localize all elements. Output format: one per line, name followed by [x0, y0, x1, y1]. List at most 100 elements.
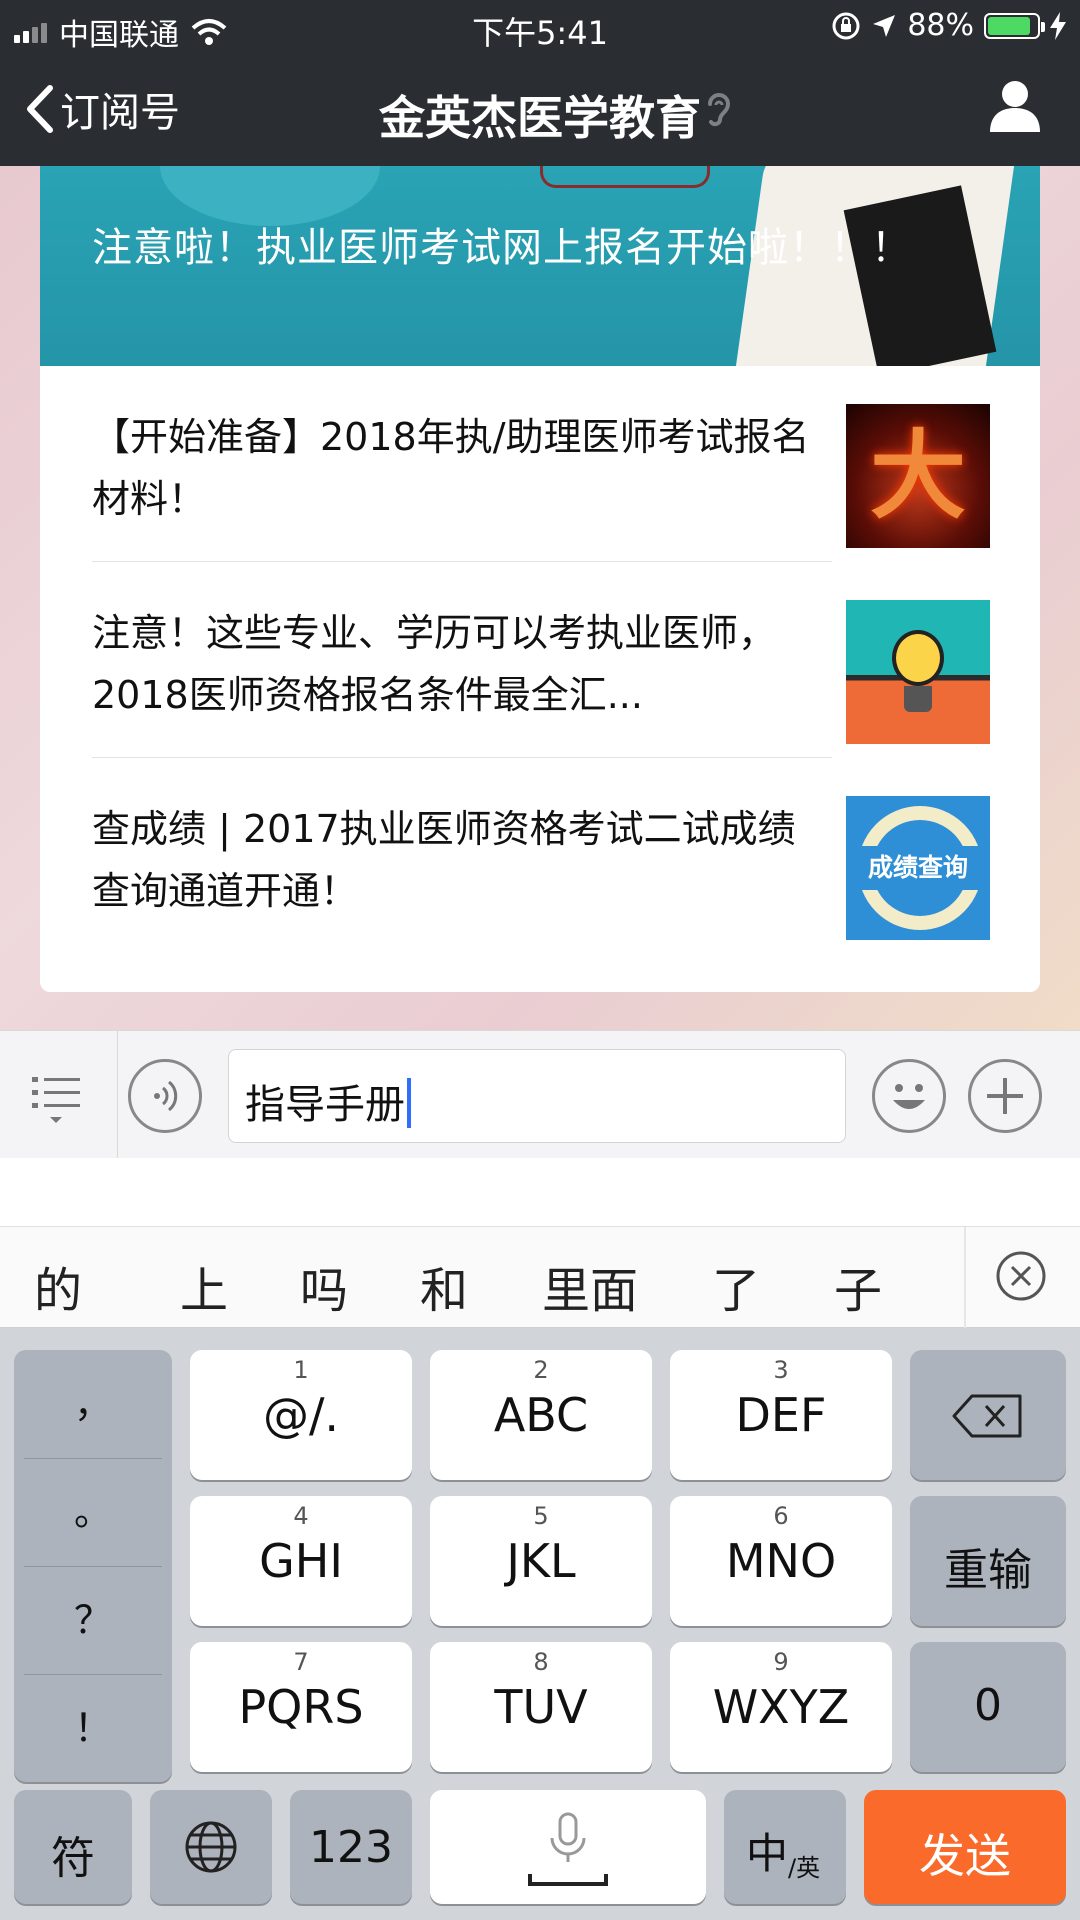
- emoji-button[interactable]: [872, 1059, 946, 1133]
- article-item[interactable]: 查成绩 | 2017执业医师资格考试二试成绩查询通道开通！ 成绩查询: [40, 758, 1040, 954]
- key-label: 重输: [944, 1545, 1032, 1596]
- space-key[interactable]: [430, 1790, 706, 1904]
- key-0[interactable]: 0: [910, 1642, 1066, 1772]
- article-item[interactable]: 注意！这些专业、学历可以考执业医师，2018医师资格报名条件最全汇...: [40, 562, 1040, 758]
- reenter-key[interactable]: 重输: [910, 1496, 1066, 1626]
- article-banner[interactable]: 注意啦！执业医师考试网上报名开始啦！！！: [40, 166, 1040, 366]
- message-input[interactable]: 指导手册: [228, 1049, 846, 1143]
- key-label: 123: [309, 1822, 393, 1873]
- top-bar: 中国联通 下午5:41 88% 订阅号 金英杰医学教育: [0, 0, 1080, 166]
- key-sublabel: /英: [788, 1854, 821, 1882]
- candidate-word[interactable]: 和: [420, 1251, 468, 1321]
- key-label: PQRS: [238, 1680, 364, 1734]
- charging-bolt-icon: [1050, 11, 1066, 40]
- article-thumbnail: 成绩查询: [846, 796, 990, 940]
- divider: [964, 1227, 966, 1329]
- nav-bar: 订阅号 金英杰医学教育: [0, 54, 1080, 166]
- key-label: DEF: [735, 1388, 827, 1442]
- key-8[interactable]: 8 TUV: [430, 1642, 652, 1772]
- lightbulb-icon: [892, 630, 944, 686]
- article-title: 注意！这些专业、学历可以考执业医师，2018医师资格报名条件最全汇...: [92, 611, 777, 717]
- key-4[interactable]: 4 GHI: [190, 1496, 412, 1626]
- rotation-lock-icon: [832, 12, 860, 39]
- key-number: 5: [533, 1502, 549, 1530]
- article-thumbnail: 大事: [846, 404, 990, 548]
- key-label: WXYZ: [712, 1680, 850, 1734]
- article-title: 【开始准备】2018年执/助理医师考试报名材料！: [92, 415, 810, 521]
- backspace-icon: [952, 1394, 1022, 1438]
- profile-button[interactable]: [988, 78, 1042, 134]
- delete-key[interactable]: [910, 1350, 1066, 1480]
- key-number: 2: [533, 1356, 549, 1384]
- space-bar-icon: [528, 1874, 608, 1886]
- send-button[interactable]: 发送: [864, 1790, 1066, 1904]
- punct-key[interactable]: 。: [14, 1458, 172, 1566]
- key-2[interactable]: 2 ABC: [430, 1350, 652, 1480]
- globe-key[interactable]: [150, 1790, 272, 1904]
- language-switch-key[interactable]: 中 /英: [724, 1790, 846, 1904]
- thumbnail-text: 大事: [870, 420, 966, 532]
- candidate-word[interactable]: 了: [712, 1251, 760, 1321]
- battery-icon: [984, 12, 1045, 39]
- article-title: 查成绩 | 2017执业医师资格考试二试成绩查询通道开通！: [92, 807, 796, 913]
- send-label: 发送: [919, 1829, 1011, 1883]
- candidate-bar: 的 上 吗 和 里面 了 子: [0, 1226, 1080, 1329]
- article-item[interactable]: 【开始准备】2018年执/助理医师考试报名材料！ 大事: [40, 366, 1040, 562]
- key-label: @/.: [262, 1388, 340, 1442]
- numbers-key[interactable]: 123: [290, 1790, 412, 1904]
- key-label: 0: [974, 1680, 1002, 1731]
- candidate-word[interactable]: 上: [180, 1251, 228, 1321]
- key-number: 3: [773, 1356, 789, 1384]
- status-right: 88%: [831, 8, 1066, 43]
- key-label: ABC: [493, 1388, 589, 1442]
- key-number: 1: [293, 1356, 309, 1384]
- banner-title: 注意啦！执业医师考试网上报名开始啦！！！: [92, 225, 912, 271]
- key-label: 符: [51, 1833, 95, 1884]
- key-label: MNO: [725, 1534, 837, 1588]
- key-9[interactable]: 9 WXYZ: [670, 1642, 892, 1772]
- punct-key[interactable]: ，: [14, 1350, 172, 1458]
- bulb-base: [904, 686, 932, 712]
- message-input-value: 指导手册: [245, 1072, 411, 1130]
- key-number: 8: [533, 1648, 549, 1676]
- more-button[interactable]: [968, 1059, 1042, 1133]
- chat-area[interactable]: 注意啦！执业医师考试网上报名开始啦！！！ 【开始准备】2018年执/助理医师考试…: [0, 166, 1080, 1030]
- microphone-icon: [550, 1812, 586, 1862]
- article-card: 注意啦！执业医师考试网上报名开始啦！！！ 【开始准备】2018年执/助理医师考试…: [40, 166, 1040, 992]
- key-number: 7: [293, 1648, 309, 1676]
- voice-icon: [154, 1080, 178, 1112]
- symbols-key[interactable]: 符: [14, 1790, 132, 1904]
- globe-icon: [185, 1821, 237, 1873]
- key-1[interactable]: 1 @/.: [190, 1350, 412, 1480]
- plus-icon: [987, 1078, 1023, 1114]
- candidate-word[interactable]: 吗: [300, 1251, 348, 1321]
- banner-decoration: [160, 166, 380, 226]
- voice-button[interactable]: [128, 1059, 202, 1133]
- location-arrow-icon: [873, 14, 896, 37]
- lightbulb-thumbnail: [846, 600, 990, 744]
- key-3[interactable]: 3 DEF: [670, 1350, 892, 1480]
- banner-decoration: [540, 166, 710, 188]
- smiley-icon: [893, 1084, 925, 1109]
- menu-list-icon: [32, 1077, 80, 1123]
- key-number: 4: [293, 1502, 309, 1530]
- menu-toggle-button[interactable]: [0, 1031, 118, 1159]
- candidate-word[interactable]: 的: [34, 1251, 82, 1321]
- key-6[interactable]: 6 MNO: [670, 1496, 892, 1626]
- candidate-word[interactable]: 里面: [542, 1251, 638, 1321]
- ear-icon: [708, 93, 731, 127]
- key-5[interactable]: 5 JKL: [430, 1496, 652, 1626]
- key-number: 6: [773, 1502, 789, 1530]
- key-7[interactable]: 7 PQRS: [190, 1642, 412, 1772]
- key-label: GHI: [259, 1534, 343, 1588]
- close-candidates-button[interactable]: [994, 1249, 1048, 1303]
- key-label: JKL: [506, 1534, 576, 1588]
- punct-key[interactable]: ？: [14, 1566, 172, 1674]
- punctuation-column[interactable]: ， 。 ？ ！: [14, 1350, 172, 1782]
- thumbnail-text: 成绩查询: [867, 853, 968, 882]
- input-text: 指导手册: [245, 1082, 405, 1128]
- candidate-word[interactable]: 子: [834, 1251, 882, 1321]
- text-caret: [407, 1078, 411, 1128]
- punct-key[interactable]: ！: [14, 1674, 172, 1782]
- message-input-bar: 指导手册: [0, 1030, 1080, 1159]
